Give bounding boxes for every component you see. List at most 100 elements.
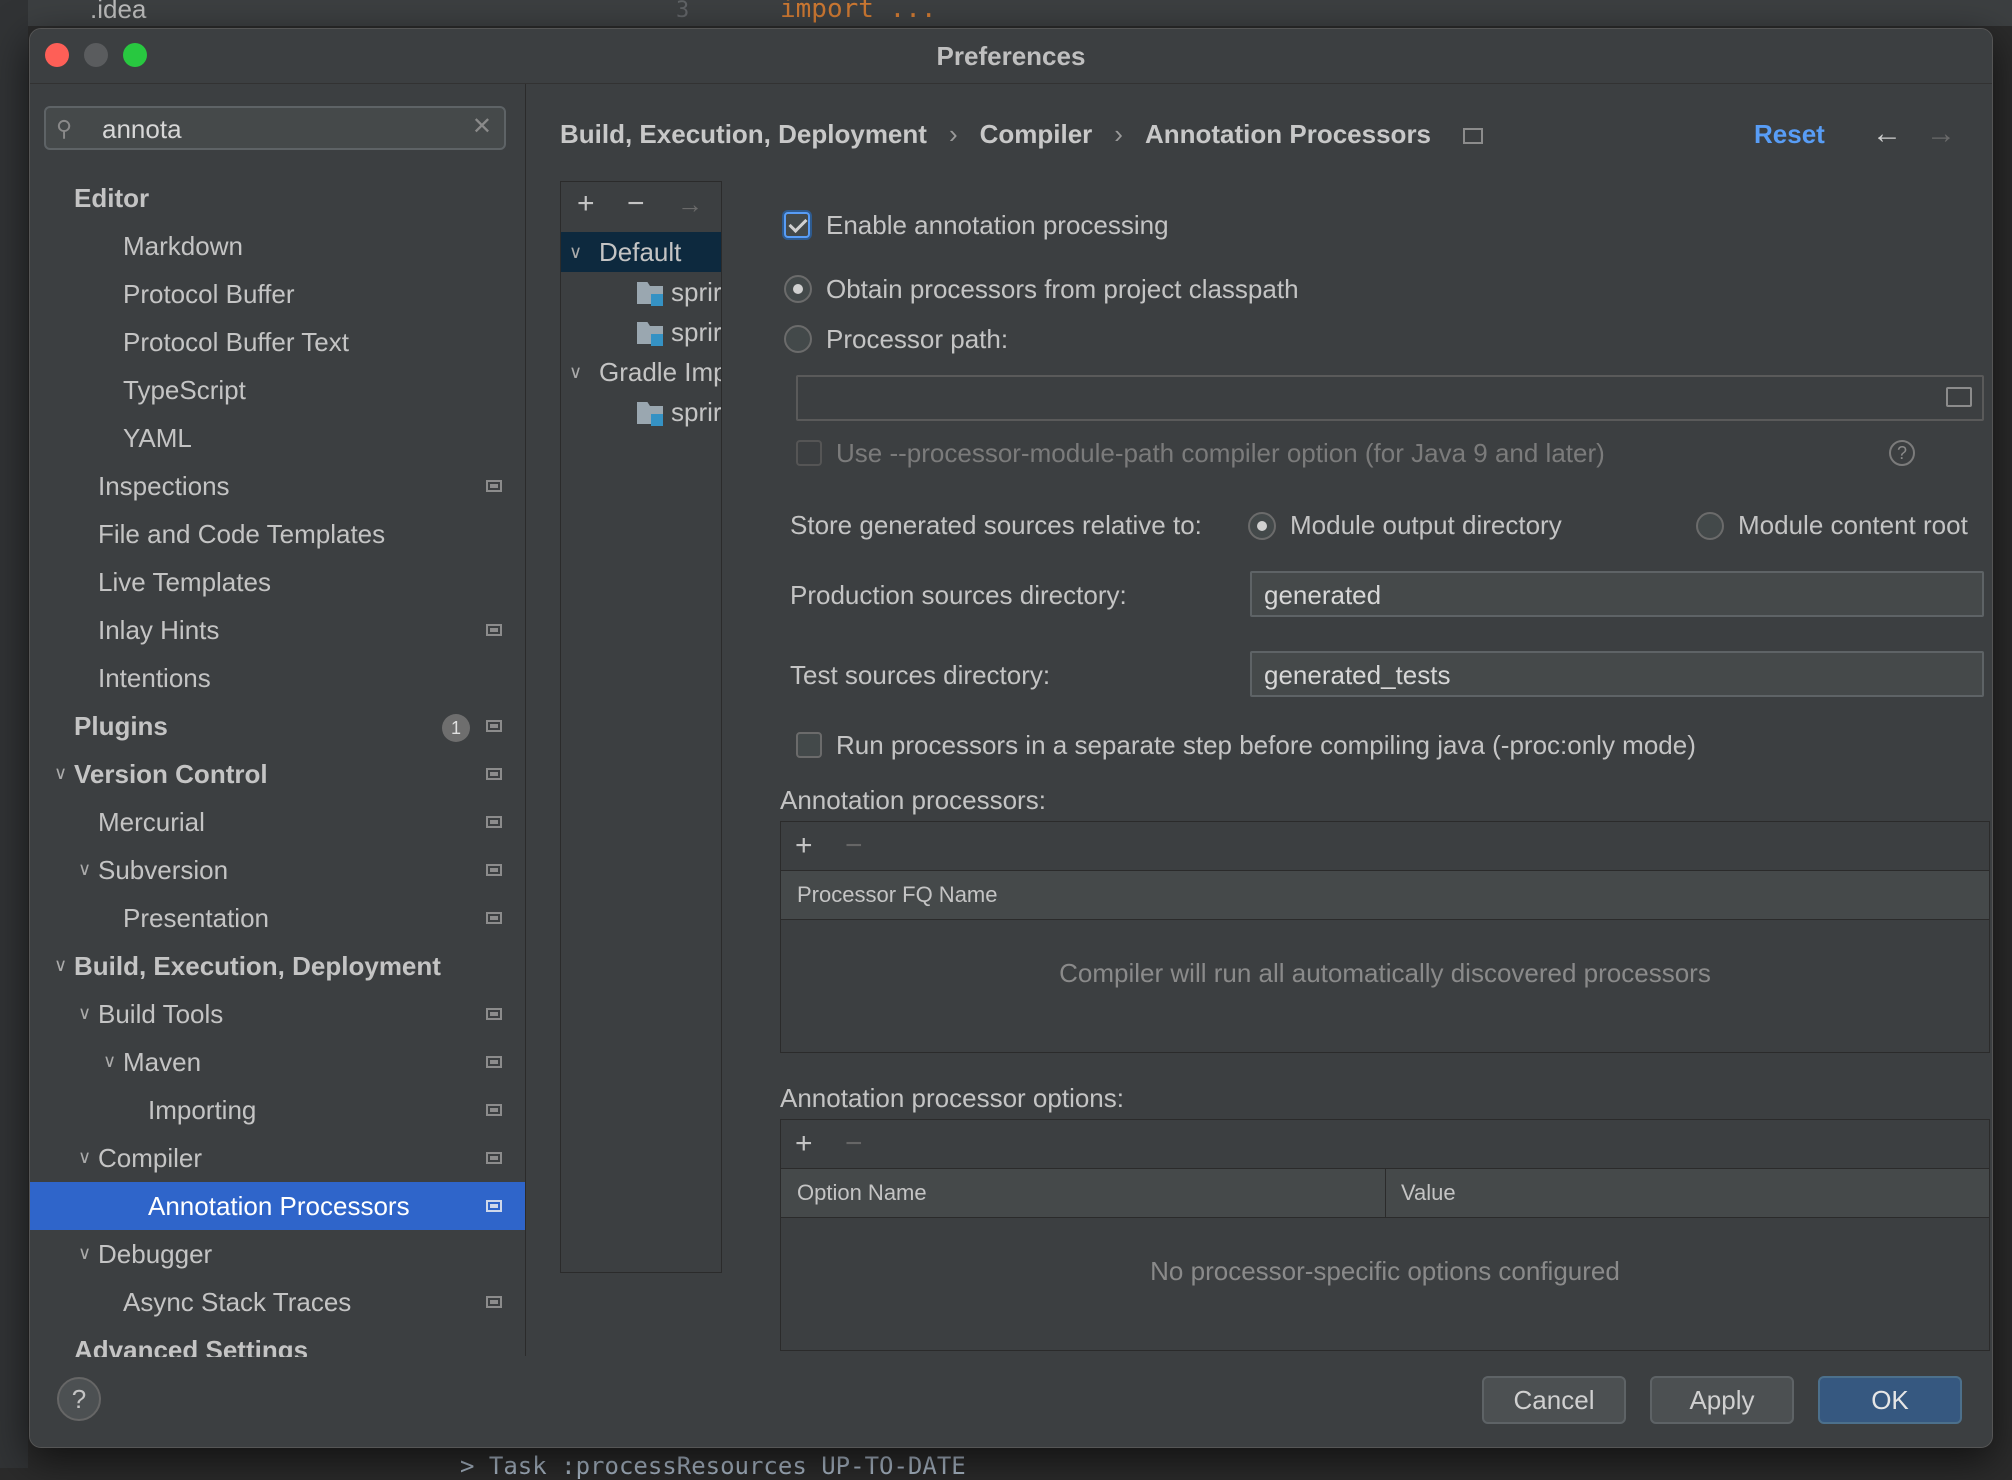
- tree-item-maven[interactable]: ∨ Maven: [30, 1038, 525, 1086]
- project-settings-icon: [486, 864, 502, 876]
- test-sources-input[interactable]: [1262, 653, 1923, 697]
- chevron-down-icon[interactable]: ∨: [569, 352, 582, 392]
- cancel-button[interactable]: Cancel: [1482, 1376, 1626, 1424]
- remove-option-icon[interactable]: −: [845, 1126, 863, 1162]
- enable-annotation-processing-label[interactable]: Enable annotation processing: [826, 208, 1169, 242]
- tree-item-debugger[interactable]: ∨ Debugger: [30, 1230, 525, 1278]
- breadcrumb: Build, Execution, Deployment › Compiler › An…: [560, 109, 1484, 159]
- tree-item-subversion[interactable]: ∨ Subversion: [30, 846, 525, 894]
- settings-search[interactable]: ⚲ ✕: [44, 106, 506, 150]
- project-settings-icon: [486, 1296, 502, 1308]
- tree-item-build-tools[interactable]: ∨ Build Tools: [30, 990, 525, 1038]
- processor-path-radio[interactable]: [784, 325, 812, 353]
- tree-item-label: YAML: [123, 423, 192, 453]
- window-title: Preferences: [936, 41, 1086, 71]
- tree-item-presentation[interactable]: Presentation: [30, 894, 525, 942]
- module-content-root-radio[interactable]: [1696, 512, 1724, 540]
- chevron-down-icon[interactable]: ∨: [54, 942, 67, 988]
- chevron-down-icon[interactable]: ∨: [78, 1230, 91, 1276]
- tree-item-live-templates[interactable]: Live Templates: [30, 558, 525, 606]
- project-folder-label: .idea: [90, 0, 147, 24]
- back-arrow-icon[interactable]: ←: [1872, 109, 1902, 159]
- ok-button[interactable]: OK: [1818, 1376, 1962, 1424]
- tree-item-inspections[interactable]: Inspections: [30, 462, 525, 510]
- tree-item-protocol-buffer[interactable]: Protocol Buffer: [30, 270, 525, 318]
- tree-item-protocol-buffer-text[interactable]: Protocol Buffer Text: [30, 318, 525, 366]
- tree-item-editor[interactable]: Editor: [30, 174, 525, 222]
- help-icon[interactable]: ?: [1889, 440, 1915, 466]
- tree-item-file-and-code-templates[interactable]: File and Code Templates: [30, 510, 525, 558]
- chevron-down-icon[interactable]: ∨: [103, 1038, 116, 1084]
- reset-button[interactable]: Reset: [1754, 109, 1825, 159]
- processor-options-table: + − Option Name Value No processor-speci…: [780, 1119, 1990, 1351]
- forward-arrow-icon[interactable]: →: [1926, 109, 1956, 159]
- test-sources-field[interactable]: [1250, 651, 1984, 697]
- tree-item-intentions[interactable]: Intentions: [30, 654, 525, 702]
- breadcrumb-item: Annotation Processors: [1144, 119, 1432, 149]
- tree-item-yaml[interactable]: YAML: [30, 414, 525, 462]
- chevron-down-icon[interactable]: ∨: [54, 750, 67, 796]
- tree-item-compiler[interactable]: ∨ Compiler: [30, 1134, 525, 1182]
- processor-path-field[interactable]: [796, 375, 1984, 421]
- chevron-down-icon[interactable]: ∨: [78, 846, 91, 892]
- add-processor-icon[interactable]: +: [795, 828, 813, 864]
- project-settings-icon: [486, 480, 502, 492]
- tree-item-label: Compiler: [98, 1143, 203, 1173]
- module-marker-icon: [651, 414, 663, 426]
- apply-button[interactable]: Apply: [1650, 1376, 1794, 1424]
- breadcrumb-item[interactable]: Build, Execution, Deployment: [560, 119, 927, 149]
- separate-step-checkbox[interactable]: [796, 732, 822, 758]
- move-to-icon[interactable]: →: [677, 186, 703, 222]
- production-sources-input[interactable]: [1262, 573, 1923, 617]
- profile-gradle[interactable]: ∨ Gradle Imp: [561, 352, 721, 392]
- module-output-directory-label[interactable]: Module output directory: [1290, 508, 1562, 542]
- profile-label: Gradle Imp: [599, 357, 721, 387]
- module-marker-icon: [651, 294, 663, 306]
- chevron-down-icon[interactable]: ∨: [569, 232, 582, 272]
- remove-processor-icon[interactable]: −: [845, 828, 863, 864]
- tree-item-label: File and Code Templates: [98, 519, 386, 549]
- profile-module[interactable]: sprir: [561, 272, 721, 312]
- tree-item-version-control[interactable]: ∨ Version Control: [30, 750, 525, 798]
- project-strip: [28, 0, 2012, 26]
- help-button[interactable]: ?: [57, 1377, 101, 1421]
- line-number: 3: [676, 0, 690, 23]
- processor-path-label[interactable]: Processor path:: [826, 322, 1008, 356]
- tree-item-label: Importing: [148, 1095, 257, 1125]
- remove-profile-icon[interactable]: −: [627, 186, 645, 222]
- profile-default[interactable]: ∨ Default: [561, 232, 721, 272]
- tree-item-label: Protocol Buffer: [123, 279, 295, 309]
- profile-module[interactable]: sprir: [561, 392, 721, 432]
- plugins-update-badge: 1: [442, 714, 470, 742]
- clear-search-icon[interactable]: ✕: [472, 112, 492, 141]
- project-settings-icon: [486, 816, 502, 828]
- obtain-from-classpath-radio[interactable]: [784, 275, 812, 303]
- add-profile-icon[interactable]: +: [577, 186, 595, 222]
- tree-item-inlay-hints[interactable]: Inlay Hints: [30, 606, 525, 654]
- chevron-down-icon[interactable]: ∨: [78, 990, 91, 1036]
- search-input[interactable]: [100, 108, 464, 150]
- tree-item-label: Annotation Processors: [148, 1191, 410, 1221]
- project-settings-icon: [486, 1056, 502, 1068]
- breadcrumb-item[interactable]: Compiler: [980, 119, 1093, 149]
- profile-module[interactable]: sprir: [561, 312, 721, 352]
- obtain-from-classpath-label[interactable]: Obtain processors from project classpath: [826, 272, 1299, 306]
- tree-item-typescript[interactable]: TypeScript: [30, 366, 525, 414]
- tree-item-plugins[interactable]: Plugins 1: [30, 702, 525, 750]
- tree-item-annotation-processors[interactable]: Annotation Processors: [30, 1182, 525, 1230]
- folder-icon[interactable]: [1946, 387, 1972, 407]
- tree-item-async-stack-traces[interactable]: Async Stack Traces: [30, 1278, 525, 1326]
- production-sources-field[interactable]: [1250, 571, 1984, 617]
- module-content-root-label[interactable]: Module content root: [1738, 508, 1968, 542]
- module-output-directory-radio[interactable]: [1248, 512, 1276, 540]
- processor-module-path-checkbox[interactable]: [796, 440, 822, 466]
- add-option-icon[interactable]: +: [795, 1126, 813, 1162]
- tree-item-markdown[interactable]: Markdown: [30, 222, 525, 270]
- tree-item-build-execution-deployment[interactable]: ∨ Build, Execution, Deployment: [30, 942, 525, 990]
- tree-item-mercurial[interactable]: Mercurial: [30, 798, 525, 846]
- tree-item-label: TypeScript: [123, 375, 246, 405]
- tree-item-importing[interactable]: Importing: [30, 1086, 525, 1134]
- separate-step-label[interactable]: Run processors in a separate step before…: [836, 728, 1696, 762]
- enable-annotation-processing-checkbox[interactable]: [784, 212, 810, 238]
- chevron-down-icon[interactable]: ∨: [78, 1134, 91, 1180]
